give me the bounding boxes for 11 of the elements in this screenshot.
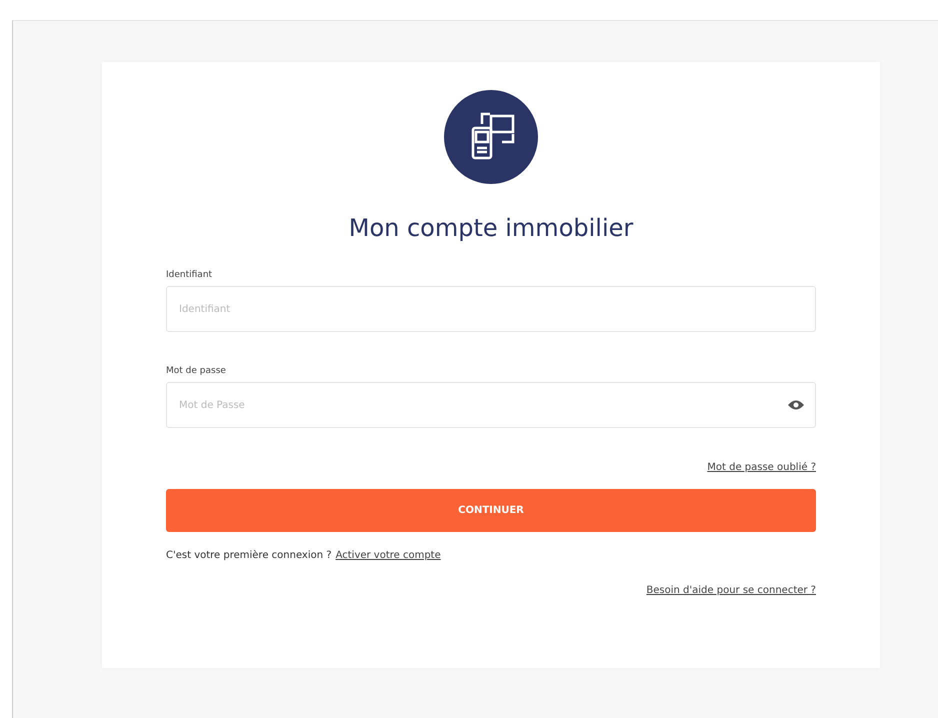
page-title: Mon compte immobilier — [348, 214, 634, 242]
first-connection-text: C'est votre première connexion ? — [166, 550, 332, 561]
help-link[interactable]: Besoin d'aide pour se connecter ? — [646, 585, 816, 596]
eye-icon[interactable] — [788, 399, 804, 411]
field-label: Identifiant — [166, 270, 214, 282]
forgot-password-link[interactable]: Mot de passe oublié ? — [707, 462, 816, 473]
devices-logo-icon — [444, 90, 538, 184]
password-field[interactable]: Mot de Passe — [166, 382, 816, 428]
username-field[interactable]: Identifiant — [166, 286, 816, 332]
field-label: Mot de passe — [166, 366, 227, 378]
activate-account-link[interactable]: Activer votre compte — [336, 550, 441, 561]
